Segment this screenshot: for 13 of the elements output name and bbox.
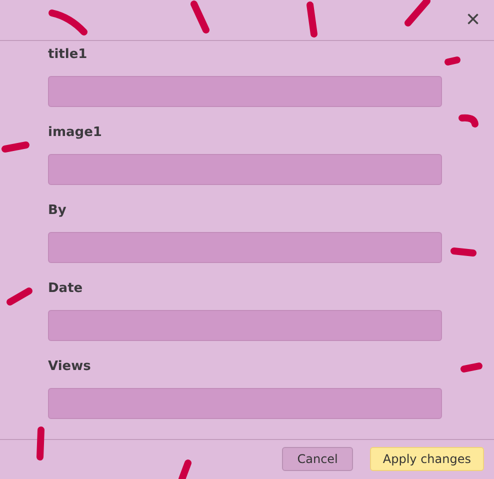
input-field[interactable] <box>48 76 442 107</box>
field-label: image1 <box>48 124 103 142</box>
field-label: Views <box>48 358 92 376</box>
input-field[interactable] <box>48 388 442 419</box>
field-label: By <box>48 202 68 220</box>
cancel-button[interactable]: Cancel <box>282 447 353 471</box>
input-field[interactable] <box>48 310 442 341</box>
field-label: title1 <box>48 46 88 64</box>
input-field[interactable] <box>48 232 442 263</box>
field-label: Date <box>48 280 84 298</box>
close-button[interactable]: × <box>462 8 484 32</box>
apply-button[interactable]: Apply changes <box>370 447 484 471</box>
input-field[interactable] <box>48 154 442 185</box>
